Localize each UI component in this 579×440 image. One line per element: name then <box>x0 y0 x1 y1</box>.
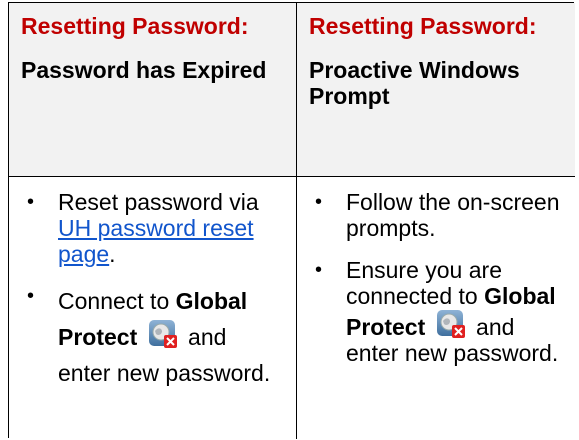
password-reset-table: Resetting Password: Password has Expired… <box>8 2 575 439</box>
column-heading: Resetting Password: <box>21 13 249 39</box>
text-fragment: Follow the on-screen prompts. <box>346 189 560 241</box>
list-item: • Connect to Global Protect and enter ne… <box>9 283 284 391</box>
header-cell-proactive: Resetting Password: Proactive Windows Pr… <box>296 3 575 177</box>
bullet: • <box>315 191 323 213</box>
column-heading: Resetting Password: <box>309 13 537 39</box>
column-subheading: Proactive Windows Prompt <box>309 57 520 109</box>
header-cell-expired: Resetting Password: Password has Expired <box>9 3 296 177</box>
bullet: • <box>315 259 323 281</box>
bullet: • <box>27 285 35 307</box>
body-cell-expired: • Reset password via UH password reset p… <box>9 177 296 439</box>
list-item: • Ensure you are connected to Global Pro… <box>297 257 563 366</box>
uh-password-reset-link[interactable]: UH password reset page <box>58 215 254 267</box>
text-fragment: . <box>109 241 116 267</box>
text-fragment: Connect to <box>58 288 176 314</box>
bullet: • <box>27 191 35 213</box>
list-item: • Reset password via UH password reset p… <box>9 189 284 267</box>
list-item: • Follow the on-screen prompts. <box>297 189 563 241</box>
text-fragment: Reset password via <box>58 189 259 215</box>
body-cell-proactive: • Follow the on-screen prompts. • Ensure… <box>296 177 575 439</box>
global-protect-icon <box>148 319 178 349</box>
column-subheading: Password has Expired <box>21 57 267 83</box>
global-protect-icon <box>436 309 466 339</box>
text-fragment: Ensure you are connected to <box>346 257 502 309</box>
